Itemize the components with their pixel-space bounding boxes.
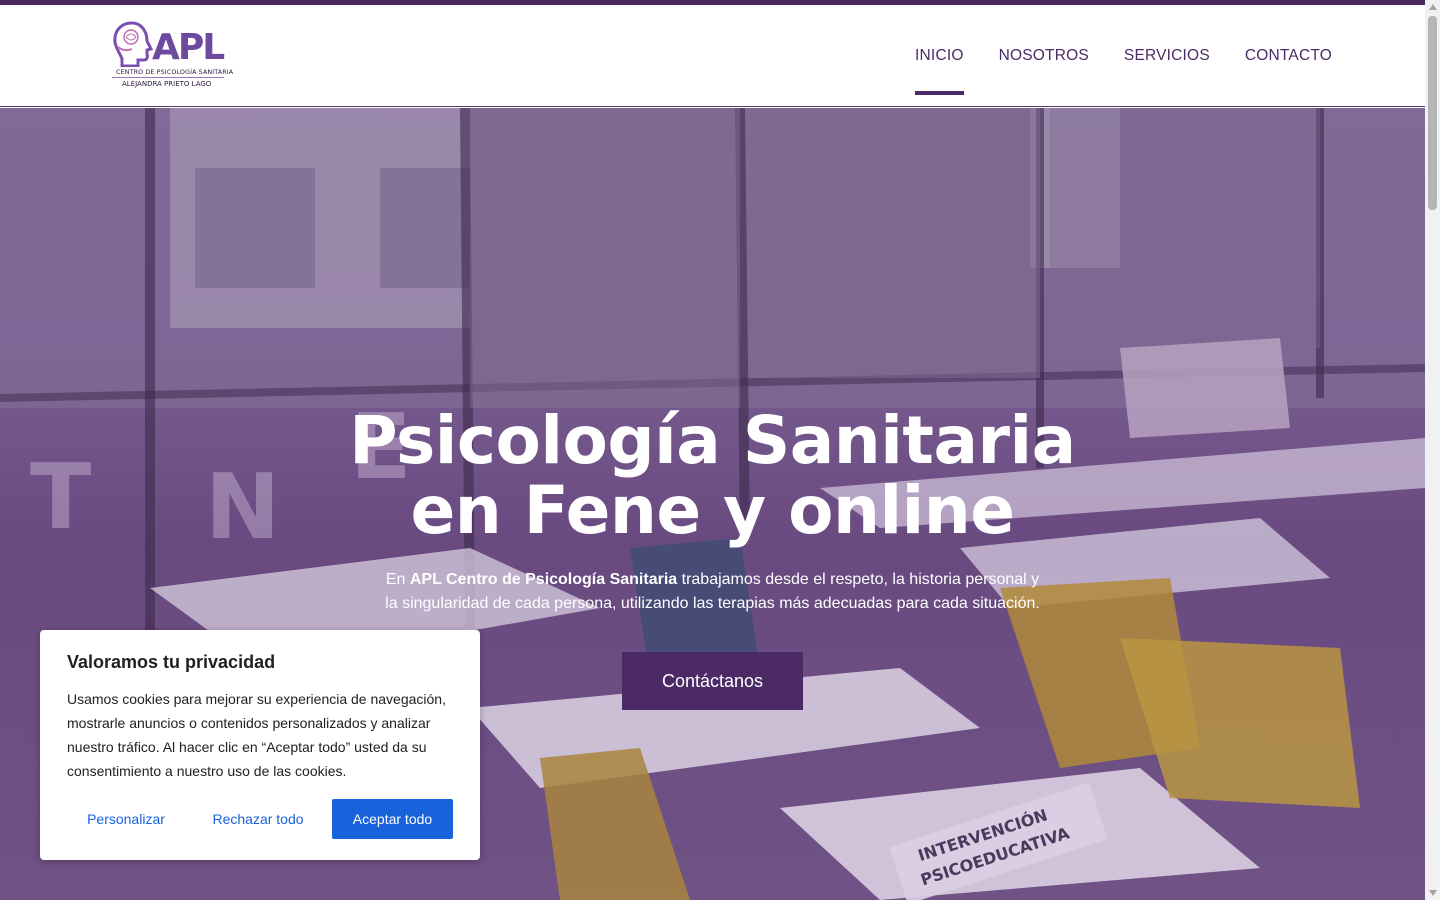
hero-text-brand: APL Centro de Psicología Sanitaria bbox=[409, 571, 678, 588]
main-nav: INICIO NOSOTROS SERVICIOS CONTACTO bbox=[880, 5, 1332, 107]
nav-item-nosotros[interactable]: NOSOTROS bbox=[999, 5, 1089, 107]
scroll-up-arrow-icon[interactable] bbox=[1429, 4, 1437, 10]
nav-item-servicios[interactable]: SERVICIOS bbox=[1124, 5, 1210, 107]
site-logo[interactable]: APL CENTRO DE PSICOLOGÍA SANITARIA ALEJA… bbox=[108, 17, 233, 95]
hero-text-line2: la singularidad de cada persona, utiliza… bbox=[385, 595, 1040, 612]
customize-button[interactable]: Personalizar bbox=[67, 799, 185, 839]
accept-all-button[interactable]: Aceptar todo bbox=[332, 799, 453, 839]
logo-divider bbox=[112, 77, 224, 78]
cookie-text: Usamos cookies para mejorar su experienc… bbox=[67, 691, 446, 779]
reject-all-button[interactable]: Rechazar todo bbox=[199, 799, 317, 839]
hero-description: En APL Centro de Psicología Sanitaria tr… bbox=[0, 568, 1425, 616]
scroll-thumb[interactable] bbox=[1428, 16, 1437, 210]
hero-title: Psicología Sanitaria en Fene y online bbox=[0, 406, 1425, 546]
hero-title-line1: Psicología Sanitaria bbox=[349, 402, 1076, 479]
page-scrollbar[interactable] bbox=[1425, 0, 1440, 900]
logo-subtitle: CENTRO DE PSICOLOGÍA SANITARIA bbox=[116, 68, 234, 76]
cookie-title: Valoramos tu privacidad bbox=[67, 652, 276, 672]
contact-button[interactable]: Contáctanos bbox=[622, 652, 803, 710]
nav-item-inicio[interactable]: INICIO bbox=[915, 5, 964, 107]
head-silhouette-icon bbox=[113, 21, 154, 67]
site-header: APL CENTRO DE PSICOLOGÍA SANITARIA ALEJA… bbox=[0, 5, 1425, 107]
cookie-consent-banner: Valoramos tu privacidad Usamos cookies p… bbox=[40, 630, 480, 860]
logo-owner-name: ALEJANDRA PRIETO LAGO bbox=[122, 80, 212, 88]
hero-text-line1: trabajamos desde el respeto, la historia… bbox=[677, 571, 1040, 588]
hero-title-line2: en Fene y online bbox=[410, 472, 1015, 549]
logo-wordmark: APL bbox=[152, 27, 225, 68]
scroll-down-arrow-icon[interactable] bbox=[1429, 890, 1437, 896]
hero-text-prefix: En bbox=[385, 571, 410, 588]
nav-item-contacto[interactable]: CONTACTO bbox=[1245, 5, 1332, 107]
